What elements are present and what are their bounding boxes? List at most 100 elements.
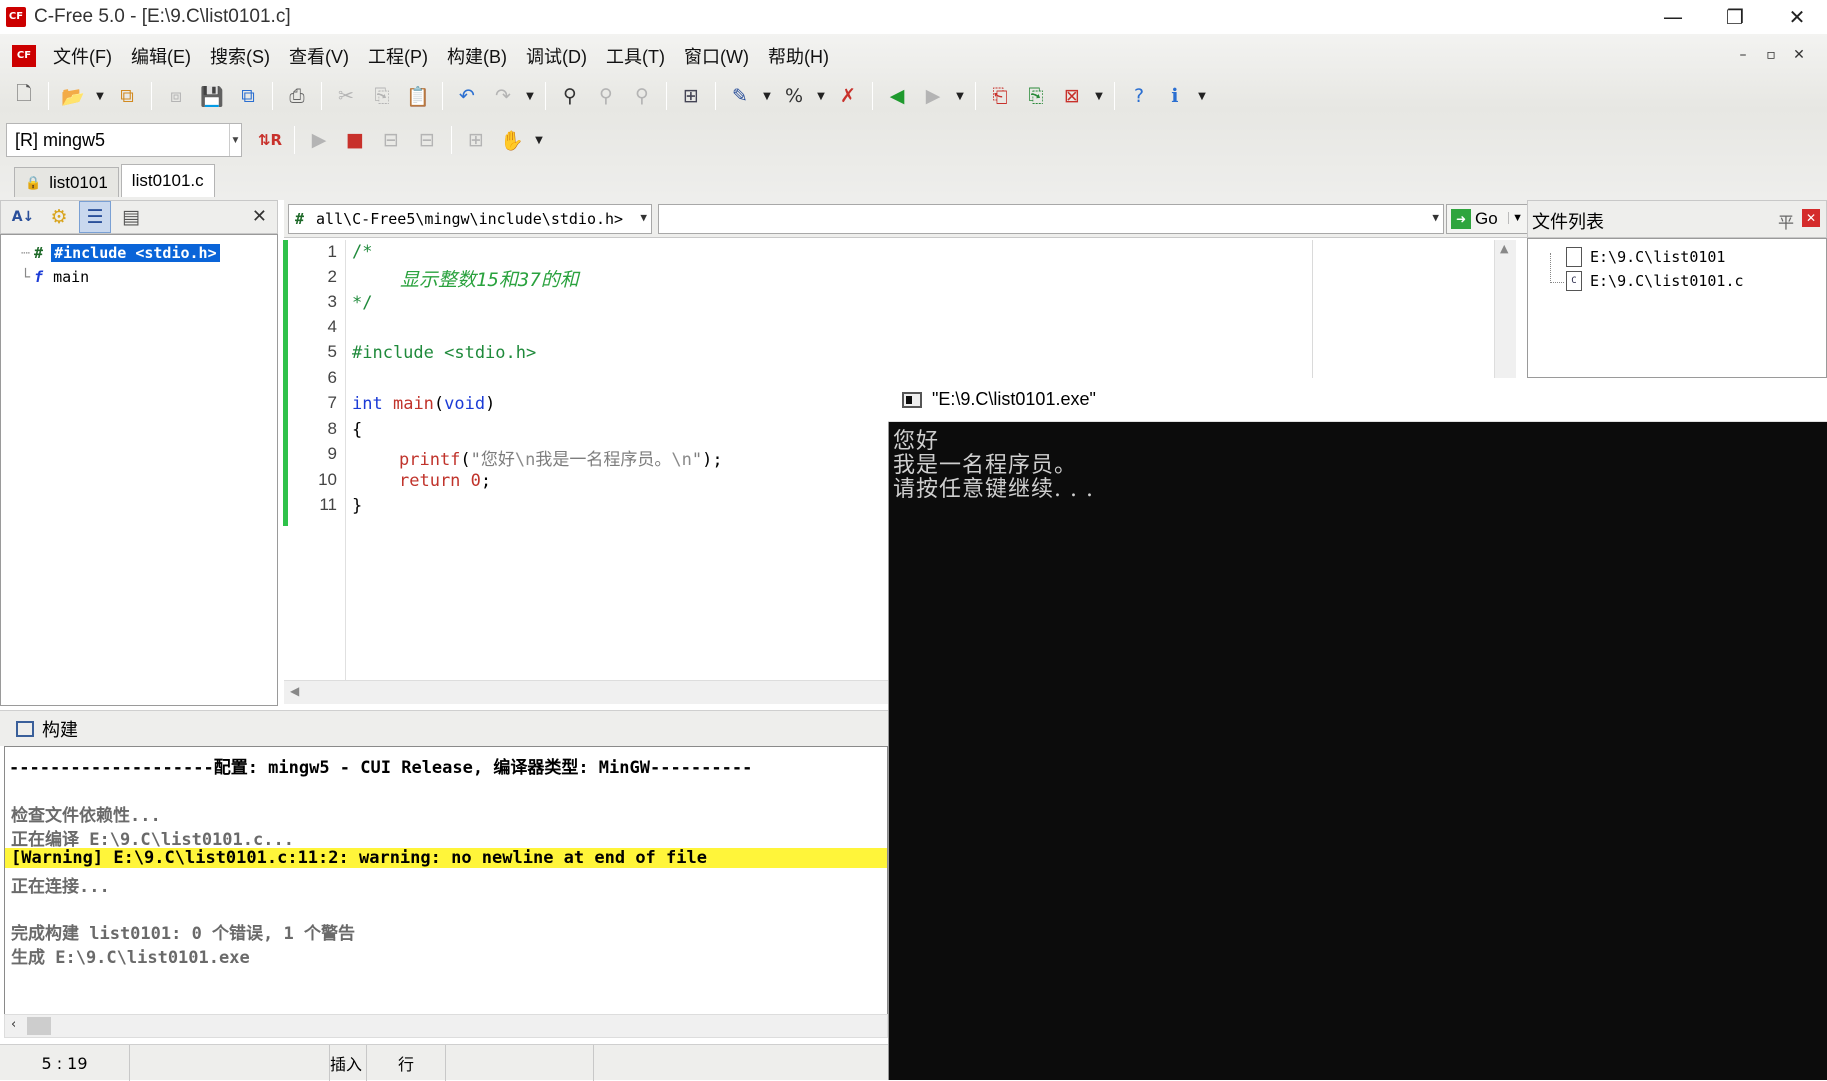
compiler-select[interactable]: [R] mingw5 ▼: [6, 123, 242, 157]
chevron-left-icon[interactable]: ◀: [290, 684, 299, 698]
mdi-restore-button[interactable]: ▫: [1761, 46, 1781, 64]
sort-type-icon[interactable]: ⚙: [43, 201, 75, 233]
build-icon[interactable]: ⊟: [411, 124, 443, 156]
open-folder-icon[interactable]: 📂: [57, 80, 89, 112]
menu-file[interactable]: 文件(F): [44, 43, 122, 69]
help-icon[interactable]: ?: [1123, 80, 1155, 112]
class-view-icon[interactable]: ☰: [79, 201, 111, 233]
compiler-switch-icon[interactable]: ⇅R: [254, 124, 286, 156]
chevron-down-icon[interactable]: ▼: [640, 211, 647, 224]
tab-source-file[interactable]: list0101.c: [120, 164, 215, 197]
paste-icon[interactable]: 📋: [402, 80, 434, 112]
stop-icon[interactable]: ■: [339, 124, 371, 156]
remove-file-icon[interactable]: ⊠: [1056, 80, 1088, 112]
mdi-close-button[interactable]: ✕: [1789, 46, 1809, 64]
help-dropdown-icon[interactable]: ▼: [1195, 80, 1209, 112]
build-config-line: --------------------配置: mingw5 - CUI Rel…: [9, 758, 753, 778]
bookmark-toggle-icon[interactable]: ✎: [724, 80, 756, 112]
function-icon: f: [34, 268, 44, 286]
chevron-down-icon[interactable]: ▼: [1432, 211, 1439, 224]
restore-button[interactable]: ❐: [1704, 0, 1766, 34]
compile-icon[interactable]: ⊟: [375, 124, 407, 156]
tree-item-label: #include <stdio.h>: [51, 244, 220, 262]
file-list-close-icon[interactable]: ✕: [1802, 209, 1820, 227]
import-file-icon[interactable]: ⎘: [1020, 80, 1052, 112]
menu-project[interactable]: 工程(P): [359, 43, 438, 69]
new-file-icon[interactable]: 🗋: [8, 80, 40, 112]
close-button[interactable]: ✕: [1766, 0, 1827, 34]
undo-icon[interactable]: ↶: [451, 80, 483, 112]
redo-icon[interactable]: ↷: [487, 80, 519, 112]
build-output[interactable]: --------------------配置: mingw5 - CUI Rel…: [4, 746, 888, 1016]
tree-item-main[interactable]: └ f main: [1, 265, 277, 289]
file-list-item[interactable]: C E:\9.C\list0101.c: [1566, 271, 1744, 291]
nav-dropdown-icon[interactable]: ▼: [953, 80, 967, 112]
chevron-left-icon[interactable]: ‹: [11, 1017, 16, 1032]
bookmark-dropdown-icon[interactable]: ▼: [760, 80, 774, 112]
project-dropdown-icon[interactable]: ▼: [1092, 80, 1106, 112]
mdi-minimize-button[interactable]: –: [1733, 46, 1753, 64]
find-next-icon[interactable]: ⚲: [590, 80, 622, 112]
modified-lines-indicator: [283, 240, 288, 526]
class-view-tree: ┈ # #include <stdio.h> └ f main: [0, 234, 278, 706]
build-horizontal-scrollbar[interactable]: ‹: [4, 1014, 888, 1038]
minimize-button[interactable]: —: [1642, 0, 1704, 34]
document-system-icon[interactable]: CF: [12, 45, 36, 67]
save-icon[interactable]: 💾: [196, 80, 228, 112]
cursor-position: 5 : 19: [0, 1045, 130, 1081]
pin-icon[interactable]: 平: [1778, 209, 1794, 233]
chevron-down-icon[interactable]: ▼: [1508, 212, 1523, 224]
run-icon[interactable]: ▶: [303, 124, 335, 156]
cut-icon[interactable]: ✂: [330, 80, 362, 112]
close-file-icon[interactable]: ⧈: [160, 80, 192, 112]
print-icon[interactable]: ⎙: [281, 80, 313, 112]
file-list-item[interactable]: E:\9.C\list0101: [1566, 247, 1725, 267]
bookmark-clear-icon[interactable]: ✗: [832, 80, 864, 112]
line-number: 6: [327, 368, 337, 387]
menu-build[interactable]: 构建(B): [438, 43, 517, 69]
sort-az-icon[interactable]: A↓: [7, 201, 39, 233]
info-icon[interactable]: ℹ: [1159, 80, 1191, 112]
bookmark-next-dropdown-icon[interactable]: ▼: [814, 80, 828, 112]
menu-edit[interactable]: 编辑(E): [122, 43, 201, 69]
build-warning-line[interactable]: [Warning] E:\9.C\list0101.c:11:2: warnin…: [5, 848, 887, 868]
scroll-thumb[interactable]: [27, 1017, 51, 1035]
tree-item-include[interactable]: ┈ # #include <stdio.h>: [1, 241, 277, 265]
chevron-down-icon[interactable]: ▼: [229, 124, 241, 156]
save-all-icon[interactable]: ⧉: [232, 80, 264, 112]
add-to-project-icon[interactable]: ⎗: [984, 80, 1016, 112]
menu-debug[interactable]: 调试(D): [517, 43, 597, 69]
hash-icon: #: [295, 210, 305, 228]
console-title-bar: "E:\9.C\list0101.exe": [888, 378, 1827, 422]
redo-dropdown-icon[interactable]: ▼: [523, 80, 537, 112]
menu-view[interactable]: 查看(V): [280, 43, 359, 69]
chevron-up-icon[interactable]: ▲: [1500, 242, 1508, 255]
rebuild-icon[interactable]: ⊞: [460, 124, 492, 156]
debug-hand-icon[interactable]: ✋: [496, 124, 528, 156]
symbol-select[interactable]: ▼: [658, 204, 1444, 234]
find-in-files-icon[interactable]: ⊞: [675, 80, 707, 112]
tab-project[interactable]: 🔒 list0101: [14, 167, 119, 197]
open-dropdown-icon[interactable]: ▼: [93, 80, 107, 112]
toolbar-separator: [272, 82, 273, 110]
panel-close-icon[interactable]: ✕: [252, 206, 267, 227]
line-number: 3: [327, 292, 337, 311]
menu-tools[interactable]: 工具(T): [597, 43, 675, 69]
nav-forward-icon[interactable]: ▶: [917, 80, 949, 112]
go-button[interactable]: ➜ Go ▼: [1446, 204, 1528, 234]
tab-label: list0101.c: [131, 171, 204, 190]
build-dropdown-icon[interactable]: ▼: [532, 124, 546, 156]
menu-window[interactable]: 窗口(W): [675, 43, 759, 69]
nav-back-icon[interactable]: ◀: [881, 80, 913, 112]
copy-icon[interactable]: ⎘: [366, 80, 398, 112]
line-number: 7: [327, 393, 337, 412]
find-prev-icon[interactable]: ⚲: [626, 80, 658, 112]
open-project-icon[interactable]: ⧉: [111, 80, 143, 112]
menu-search[interactable]: 搜索(S): [201, 43, 280, 69]
keyword-token: int: [352, 394, 383, 414]
bookmark-next-icon[interactable]: %: [778, 80, 810, 112]
find-icon[interactable]: ⚲: [554, 80, 586, 112]
menu-help[interactable]: 帮助(H): [759, 43, 839, 69]
file-view-icon[interactable]: ▤: [115, 201, 147, 233]
include-file-select[interactable]: # all\C-Free5\mingw\include\stdio.h> ▼: [288, 204, 652, 234]
